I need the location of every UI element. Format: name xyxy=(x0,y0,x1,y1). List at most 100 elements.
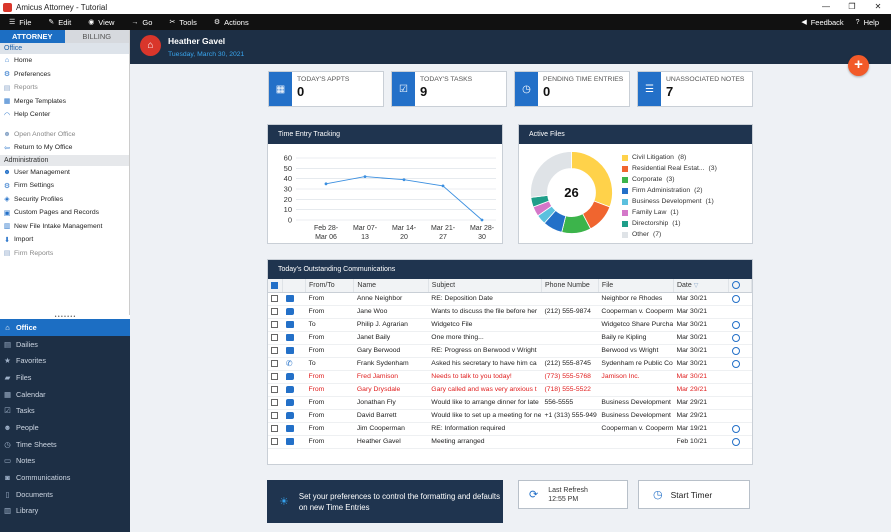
nav-people[interactable]: ☻ People xyxy=(0,419,130,436)
sidebar-link-help-center[interactable]: ◠ Help Center xyxy=(0,108,129,122)
add-button[interactable]: + xyxy=(848,55,869,76)
row-select-cell[interactable] xyxy=(268,396,283,410)
nav-calendar[interactable]: ▦ Calendar xyxy=(0,386,130,403)
sidebar-link-return-to-office[interactable]: ⇦ Return to My Office xyxy=(0,141,129,155)
sidebar-link-home[interactable]: ⌂ Home xyxy=(0,54,129,68)
sidebar-link-import[interactable]: ⬇ Import xyxy=(0,233,129,247)
data-point[interactable] xyxy=(324,182,328,186)
select-all-checkbox[interactable] xyxy=(271,281,278,289)
row-checkbox[interactable] xyxy=(271,320,278,328)
maximize-button[interactable]: ❐ xyxy=(839,0,865,14)
clock-icon[interactable] xyxy=(731,333,740,342)
feedback-button[interactable]: ◀ Feedback xyxy=(801,18,843,27)
row-select-cell[interactable] xyxy=(268,435,283,449)
menu-tools[interactable]: ✂ Tools xyxy=(169,18,196,27)
table-row[interactable]: To Philip J. Agrarian Widgetco File Widgetc… xyxy=(268,318,752,332)
nav-time-sheets[interactable]: ◷ Time Sheets xyxy=(0,436,130,453)
column-header-from-to[interactable]: From/To xyxy=(305,279,355,293)
column-header-subject[interactable]: Subject xyxy=(428,279,542,293)
type-column-header[interactable] xyxy=(282,279,306,293)
row-select-cell[interactable] xyxy=(268,318,283,332)
table-row[interactable]: From Gary Drysdale Gary called and was ver… xyxy=(268,383,752,397)
row-checkbox[interactable] xyxy=(271,333,278,341)
legend-item[interactable]: Family Law (1) xyxy=(622,207,717,218)
sidebar-link-preferences[interactable]: ⚙ Preferences xyxy=(0,68,129,82)
row-select-cell[interactable] xyxy=(268,370,283,384)
row-select-cell[interactable] xyxy=(268,357,283,371)
clock-icon[interactable] xyxy=(731,424,740,433)
kpi-todays-tasks[interactable]: ☑ TODAY'S TASKS 9 xyxy=(391,71,507,107)
nav-office[interactable]: ⌂ Office xyxy=(0,319,130,336)
row-select-cell[interactable] xyxy=(268,409,283,423)
row-select-cell[interactable] xyxy=(268,383,283,397)
legend-item[interactable]: Civil Litigation (8) xyxy=(622,152,717,163)
sidebar-link-user-management[interactable]: ☻ User Management xyxy=(0,166,129,180)
table-row[interactable]: From David Barrett Would like to set up a … xyxy=(268,409,752,423)
tab-attorney[interactable]: ATTORNEY xyxy=(0,30,65,43)
nav-files[interactable]: ▰ Files xyxy=(0,369,130,386)
filter-icon[interactable]: ▽ xyxy=(694,283,699,289)
data-point[interactable] xyxy=(480,218,484,222)
row-checkbox[interactable] xyxy=(271,372,278,380)
tab-billing[interactable]: BILLING xyxy=(64,30,129,43)
data-point[interactable] xyxy=(363,175,367,178)
legend-item[interactable]: Other (7) xyxy=(622,229,717,240)
row-checkbox[interactable] xyxy=(271,294,278,302)
sidebar-link-custom-pages[interactable]: ▣ Custom Pages and Records xyxy=(0,206,129,220)
menu-actions[interactable]: ⚙ Actions xyxy=(214,18,249,27)
clock-icon[interactable] xyxy=(731,359,740,368)
clock-icon[interactable] xyxy=(731,437,740,446)
nav-communications[interactable]: ◙ Communications xyxy=(0,469,130,486)
kpi-unassociated-notes[interactable]: ☰ UNASSOCIATED NOTES 7 xyxy=(637,71,753,107)
legend-item[interactable]: Firm Administration (2) xyxy=(622,185,717,196)
kpi-pending-time-entries[interactable]: ◷ PENDING TIME ENTRIES 0 xyxy=(514,71,630,107)
row-select-cell[interactable] xyxy=(268,305,283,319)
clock-column-header[interactable] xyxy=(728,279,752,293)
sidebar-link-file-intake[interactable]: ▥ New File Intake Management xyxy=(0,220,129,234)
table-row[interactable]: From Jim Cooperman RE: Information require… xyxy=(268,422,752,436)
kpi-todays-appts[interactable]: ▦ TODAY'S APPTS 0 xyxy=(268,71,384,107)
menu-view[interactable]: ◉ View xyxy=(88,18,114,27)
data-point[interactable] xyxy=(441,184,445,188)
clock-icon[interactable] xyxy=(731,320,740,329)
sidebar-link-firm-settings[interactable]: ⚙ Firm Settings xyxy=(0,179,129,193)
sidebar-link-merge-templates[interactable]: ▦ Merge Templates xyxy=(0,95,129,109)
table-row[interactable]: From Heather Gavel Meeting arranged Feb 10/… xyxy=(268,435,752,449)
legend-item[interactable]: Directorship (1) xyxy=(622,218,717,229)
row-select-cell[interactable] xyxy=(268,292,283,306)
legend-item[interactable]: Corporate (3) xyxy=(622,174,717,185)
row-checkbox[interactable] xyxy=(271,385,278,393)
select-all-header[interactable] xyxy=(268,279,284,293)
data-point[interactable] xyxy=(402,178,406,182)
nav-library[interactable]: ▥ Library xyxy=(0,503,130,520)
row-checkbox[interactable] xyxy=(271,398,278,406)
legend-item[interactable]: Business Development (1) xyxy=(622,196,717,207)
help-button[interactable]: ? Help xyxy=(856,18,879,27)
menu-go[interactable]: → Go xyxy=(131,18,152,27)
table-row[interactable]: ✆ To Frank Sydenham Asked his secretary to … xyxy=(268,357,752,371)
row-checkbox[interactable] xyxy=(271,437,278,445)
row-select-cell[interactable] xyxy=(268,331,283,345)
nav-favorites[interactable]: ★ Favorites xyxy=(0,352,130,369)
column-header-phone[interactable]: Phone Numbe xyxy=(541,279,599,293)
row-select-cell[interactable] xyxy=(268,422,283,436)
start-timer-button[interactable]: ◷ Start Timer xyxy=(638,480,750,509)
sidebar-link-security-profiles[interactable]: ◈ Security Profiles xyxy=(0,193,129,207)
column-header-file[interactable]: File xyxy=(598,279,674,293)
tip-panel[interactable]: ☀ Set your preferences to control the fo… xyxy=(267,480,503,523)
row-checkbox[interactable] xyxy=(271,346,278,354)
table-row[interactable]: From Gary Berwood RE: Progress on Berwood … xyxy=(268,344,752,358)
column-header-name[interactable]: Name xyxy=(353,279,429,293)
table-row[interactable]: From Anne Neighbor RE: Deposition Date Neig… xyxy=(268,292,752,306)
table-row[interactable]: From Jonathan Fly Would like to arrange di… xyxy=(268,396,752,410)
close-button[interactable]: ✕ xyxy=(865,0,891,14)
table-row[interactable]: From Jane Woo Wants to discuss the file be… xyxy=(268,305,752,319)
clock-icon[interactable] xyxy=(731,346,740,355)
nav-notes[interactable]: ▭ Notes xyxy=(0,453,130,470)
row-checkbox[interactable] xyxy=(271,411,278,419)
legend-item[interactable]: Residential Real Estat... (3) xyxy=(622,163,717,174)
table-row[interactable]: From Fred Jamison Needs to talk to you tod… xyxy=(268,370,752,384)
row-select-cell[interactable] xyxy=(268,344,283,358)
nav-tasks[interactable]: ☑ Tasks xyxy=(0,402,130,419)
row-checkbox[interactable] xyxy=(271,307,278,315)
